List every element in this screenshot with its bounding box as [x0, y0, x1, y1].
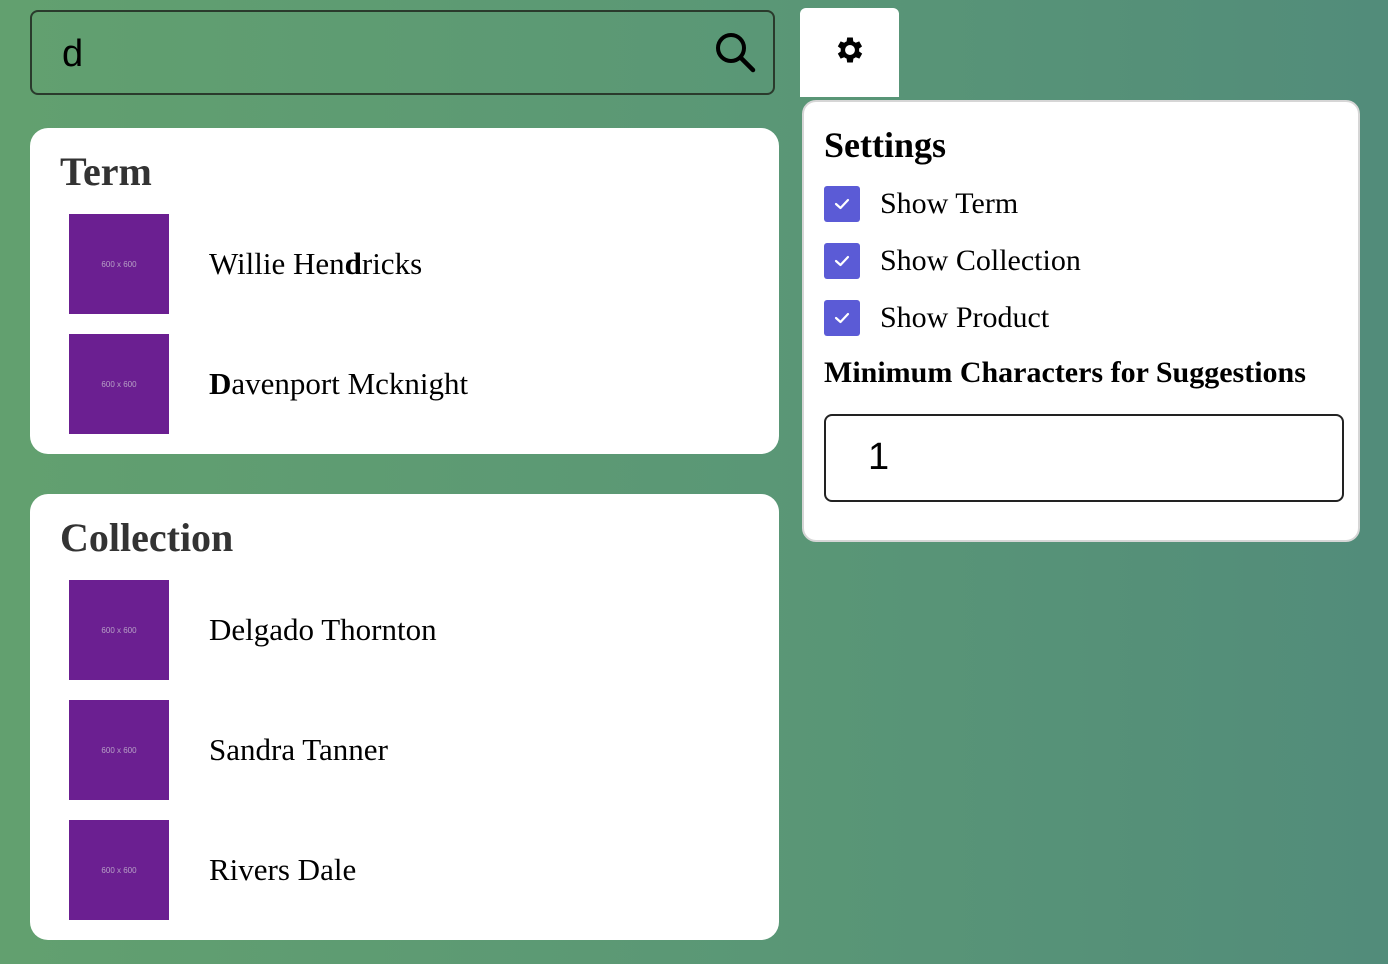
list-item[interactable]: 600 x 600 Delgado Thornton: [69, 580, 749, 680]
item-name: Sandra Tanner: [209, 732, 388, 767]
show-term-checkbox[interactable]: [824, 186, 860, 222]
min-chars-input[interactable]: 1: [824, 414, 1344, 502]
search-icon[interactable]: [713, 30, 757, 74]
list-item[interactable]: 600 x 600 Sandra Tanner: [69, 700, 749, 800]
thumbnail: 600 x 600: [69, 334, 169, 434]
term-section-title: Term: [60, 149, 152, 194]
collection-section-title: Collection: [60, 515, 234, 560]
search-bar: [30, 10, 775, 95]
show-collection-checkbox[interactable]: [824, 243, 860, 279]
check-icon: [834, 198, 850, 210]
item-name: Davenport Mcknight: [209, 366, 469, 401]
item-name: Rivers Dale: [209, 852, 357, 887]
collection-section: Collection 600 x 600 Delgado Thornton 60…: [30, 494, 779, 940]
min-chars-label: Minimum Characters for Suggestions: [824, 356, 1306, 389]
list-item[interactable]: 600 x 600 Davenport Mcknight: [69, 334, 749, 434]
check-icon: [834, 312, 850, 324]
show-collection-label: Show Collection: [880, 244, 1081, 277]
gear-icon: [833, 33, 867, 72]
thumbnail: 600 x 600: [69, 700, 169, 800]
thumbnail: 600 x 600: [69, 580, 169, 680]
item-name: Delgado Thornton: [209, 612, 437, 647]
show-product-label: Show Product: [880, 301, 1050, 334]
list-item[interactable]: 600 x 600 Willie Hendricks: [69, 214, 749, 314]
settings-panel: Settings Show Term Show Collection Show …: [802, 100, 1360, 542]
settings-title: Settings: [824, 125, 947, 165]
term-section: Term 600 x 600 Willie Hendricks 600 x 60…: [30, 128, 779, 454]
show-term-label: Show Term: [880, 187, 1019, 220]
search-input[interactable]: [62, 30, 702, 78]
list-item[interactable]: 600 x 600 Rivers Dale: [69, 820, 749, 920]
thumbnail: 600 x 600: [69, 214, 169, 314]
check-icon: [834, 255, 850, 267]
show-product-checkbox[interactable]: [824, 300, 860, 336]
thumbnail: 600 x 600: [69, 820, 169, 920]
item-name: Willie Hendricks: [209, 246, 423, 281]
settings-button[interactable]: [800, 8, 899, 97]
min-chars-value: 1: [868, 436, 890, 478]
